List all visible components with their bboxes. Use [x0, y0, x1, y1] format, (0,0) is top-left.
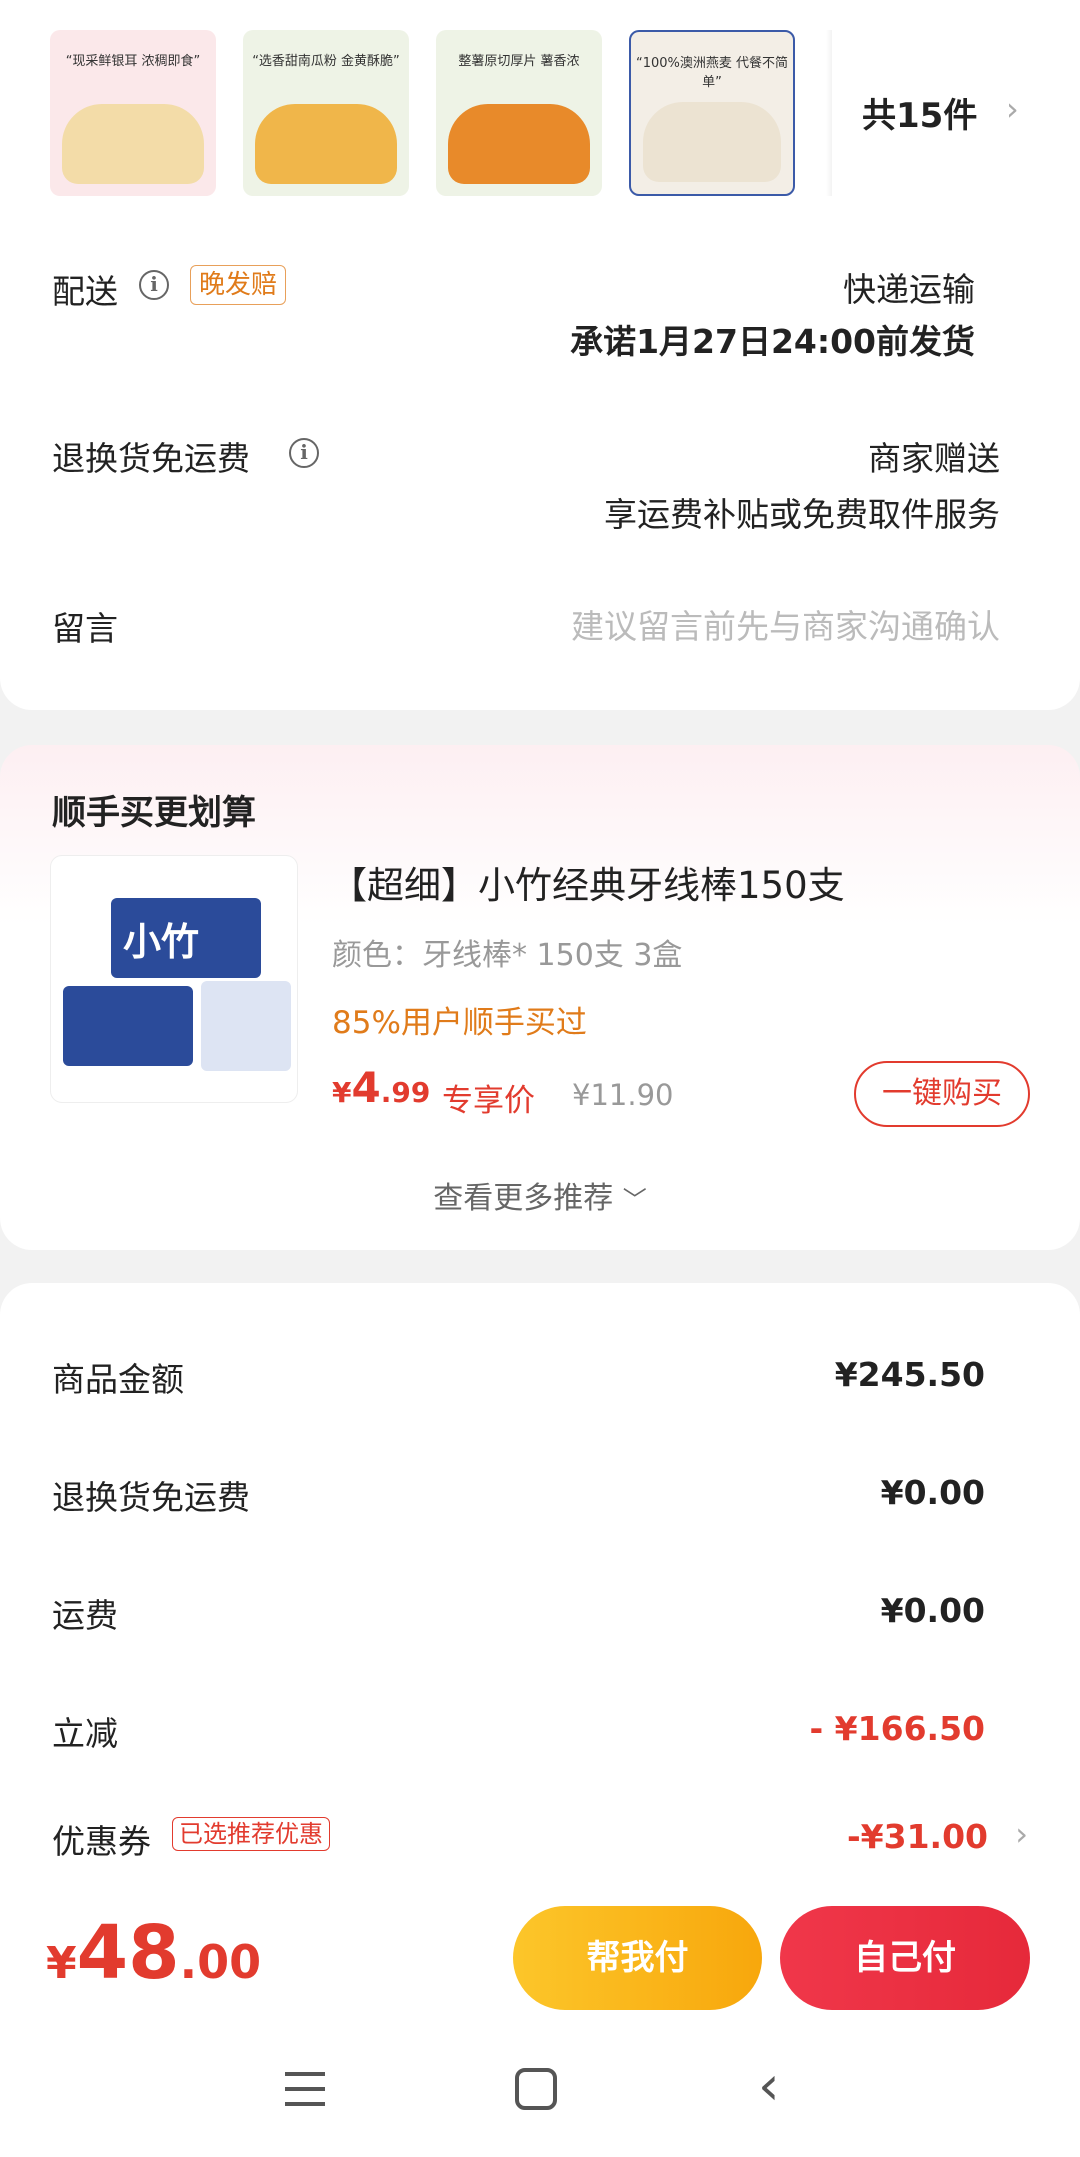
coupon-label: 优惠券	[52, 1822, 151, 1861]
total-price: ¥48.00	[46, 1910, 261, 1996]
coupon-selected-badge: 已选推荐优惠	[172, 1817, 330, 1851]
info-icon[interactable]: i	[289, 438, 319, 468]
return-shipping-label: 退换货免运费	[52, 439, 250, 478]
goods-amount-value: ¥245.50	[834, 1355, 985, 1394]
exclusive-price-label: 专享价	[442, 1083, 535, 1119]
one-click-buy-button[interactable]: 一键购买	[854, 1061, 1030, 1127]
recommend-price: ¥4.99	[332, 1063, 430, 1112]
price-dec: .99	[380, 1076, 431, 1109]
delivery-promise: 承诺1月27日24:00前发货	[570, 322, 975, 361]
instant-discount-value: - ¥166.50	[809, 1709, 986, 1748]
back-icon[interactable]: ‹	[758, 2056, 780, 2116]
recommend-product-title[interactable]: 【超细】小竹经典牙线棒150支	[330, 855, 845, 909]
product-thumb[interactable]: “选香甜南瓜粉 金黄酥脆”	[243, 30, 409, 196]
product-thumb-caption: “现采鲜银耳 浓稠即食”	[65, 54, 201, 69]
delivery-label: 配送	[52, 272, 118, 311]
product-thumb-image	[448, 104, 590, 184]
original-price: ¥11.90	[572, 1078, 674, 1112]
thumb-fade	[826, 30, 832, 196]
recommend-product-image[interactable]: 小竹	[50, 855, 298, 1103]
late-compensation-badge: 晚发赔	[190, 265, 287, 305]
return-shipping-value: 商家赠送	[868, 439, 1000, 478]
product-thumb-caption: 整薯原切厚片 薯香浓	[458, 54, 580, 69]
chevron-down-icon: ﹀	[622, 1186, 647, 1214]
system-nav-bar: ‹	[0, 2030, 1080, 2157]
message-input[interactable]: 建议留言前先与商家沟通确认	[571, 600, 1000, 648]
delivery-method: 快递运输	[843, 270, 975, 309]
total-symbol: ¥	[46, 1938, 77, 1989]
return-shipping-fee-label: 退换货免运费	[52, 1478, 250, 1517]
home-icon[interactable]	[515, 2068, 557, 2110]
total-int: 48	[76, 1910, 180, 1996]
product-thumb-image	[255, 104, 397, 184]
price-int: 4	[351, 1063, 381, 1112]
product-thumb[interactable]: 整薯原切厚片 薯香浓	[436, 30, 602, 196]
shipping-fee-value: ¥0.00	[880, 1591, 985, 1630]
chevron-right-icon[interactable]: ›	[1006, 90, 1019, 128]
info-icon[interactable]: i	[139, 270, 169, 300]
return-shipping-desc: 享运费补贴或免费取件服务	[604, 495, 1000, 534]
instant-discount-label: 立减	[52, 1714, 118, 1753]
product-image-brand: 小竹	[123, 920, 200, 964]
recommend-bought-rate: 85%用户顺手买过	[332, 1005, 587, 1041]
product-thumb-caption: “选香甜南瓜粉 金黄酥脆”	[252, 54, 400, 69]
self-pay-button[interactable]: 自己付	[780, 1906, 1030, 2010]
product-thumb-image	[62, 104, 204, 184]
product-thumb[interactable]: “现采鲜银耳 浓稠即食”	[50, 30, 216, 196]
recommend-product-spec: 颜色：牙线棒* 150支 3盒	[332, 938, 683, 973]
help-pay-button[interactable]: 帮我付	[513, 1906, 762, 2010]
goods-amount-label: 商品金额	[52, 1360, 184, 1399]
price-summary-card: 商品金额 ¥245.50 退换货免运费 ¥0.00 运费 ¥0.00 立减 - …	[0, 1283, 1080, 1903]
return-shipping-fee-value: ¥0.00	[880, 1473, 985, 1512]
recommend-title: 顺手买更划算	[52, 793, 256, 833]
message-label: 留言	[52, 609, 118, 648]
more-recommend-label: 查看更多推荐	[433, 1181, 614, 1216]
recommend-card: 顺手买更划算 小竹 【超细】小竹经典牙线棒150支 颜色：牙线棒* 150支 3…	[0, 745, 1080, 1250]
total-dec: .00	[179, 1935, 262, 1989]
more-recommend-link[interactable]: 查看更多推荐 ﹀	[0, 1173, 1080, 1217]
product-thumb-caption: “100%澳洲燕麦 代餐不简单”	[635, 56, 789, 90]
recent-apps-icon[interactable]	[285, 2072, 325, 2106]
product-thumb-image	[643, 102, 781, 182]
item-count[interactable]: 共15件	[862, 88, 977, 137]
shipping-fee-label: 运费	[52, 1596, 118, 1635]
price-symbol: ¥	[332, 1076, 352, 1109]
product-thumb[interactable]: “100%澳洲燕麦 代餐不简单”	[629, 30, 795, 196]
chevron-right-icon[interactable]: ›	[1015, 1815, 1028, 1853]
coupon-value[interactable]: -¥31.00	[847, 1817, 988, 1856]
order-info-card: “现采鲜银耳 浓稠即食” “选香甜南瓜粉 金黄酥脆” 整薯原切厚片 薯香浓 “1…	[0, 0, 1080, 710]
checkout-bar: ¥48.00 帮我付 自己付	[0, 1890, 1080, 2030]
